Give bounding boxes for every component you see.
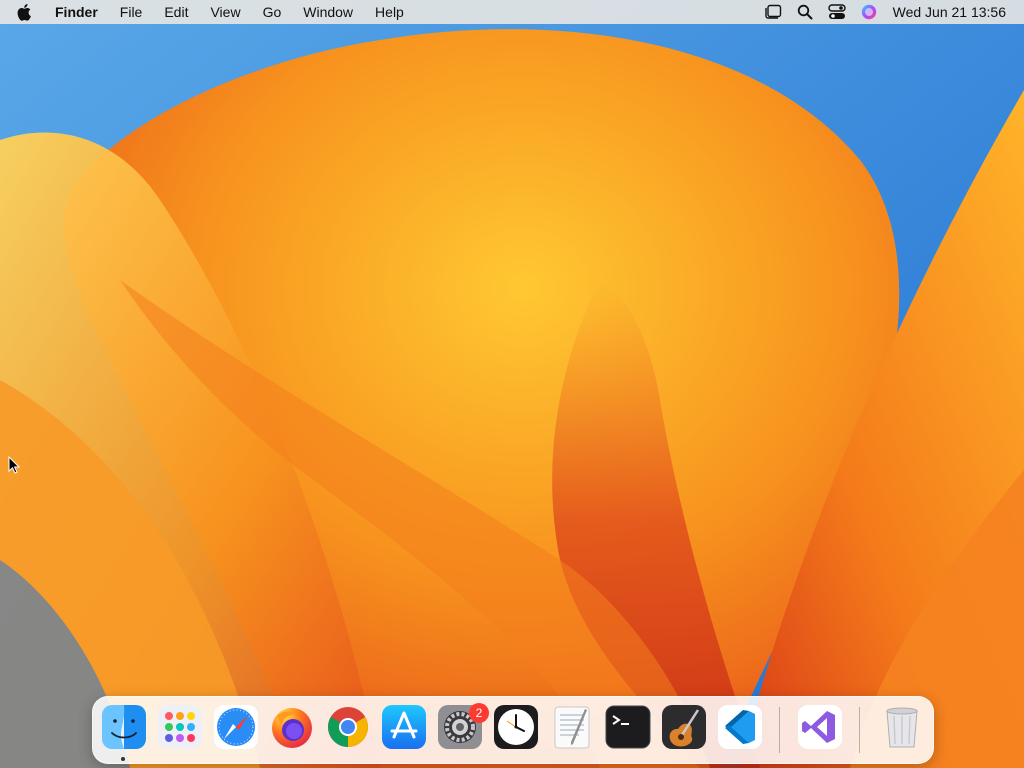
clock-icon[interactable] — [493, 704, 539, 750]
desktop[interactable]: Finder File Edit View Go Window Help Wed… — [0, 0, 1024, 768]
safari-icon[interactable] — [213, 704, 259, 750]
app-store-icon[interactable] — [381, 704, 427, 750]
finder-icon[interactable] — [101, 704, 147, 750]
menu-view[interactable]: View — [199, 0, 251, 24]
menu-go[interactable]: Go — [252, 0, 293, 24]
textedit-icon[interactable] — [549, 704, 595, 750]
wallpaper — [0, 0, 1024, 768]
finder-running-indicator — [121, 757, 125, 761]
spotlight-search-icon[interactable] — [795, 2, 815, 22]
siri-icon[interactable] — [859, 2, 879, 22]
menu-edit[interactable]: Edit — [153, 0, 199, 24]
mouse-cursor-icon — [8, 456, 20, 474]
stage-manager-icon[interactable] — [763, 2, 783, 22]
chrome-icon[interactable] — [325, 704, 371, 750]
dock: 2 — [92, 696, 934, 764]
control-center-icon[interactable] — [827, 2, 847, 22]
vscode-icon[interactable] — [717, 704, 763, 750]
launchpad-icon[interactable] — [157, 704, 203, 750]
notification-badge: 2 — [469, 703, 489, 723]
menu-file[interactable]: File — [109, 0, 154, 24]
menu-window[interactable]: Window — [292, 0, 364, 24]
garageband-icon[interactable] — [661, 704, 707, 750]
firefox-icon[interactable] — [269, 704, 315, 750]
menu-bar-clock[interactable]: Wed Jun 21 13:56 — [893, 4, 1006, 20]
visual-studio-icon[interactable] — [797, 704, 843, 750]
menu-bar: Finder File Edit View Go Window Help Wed… — [0, 0, 1024, 24]
terminal-icon[interactable] — [605, 704, 651, 750]
apple-menu-icon[interactable] — [17, 0, 37, 24]
dock-separator — [779, 707, 780, 753]
menu-help[interactable]: Help — [364, 0, 415, 24]
dock-separator — [859, 707, 860, 753]
trash-icon[interactable] — [879, 704, 925, 750]
app-menu-finder[interactable]: Finder — [51, 0, 109, 24]
